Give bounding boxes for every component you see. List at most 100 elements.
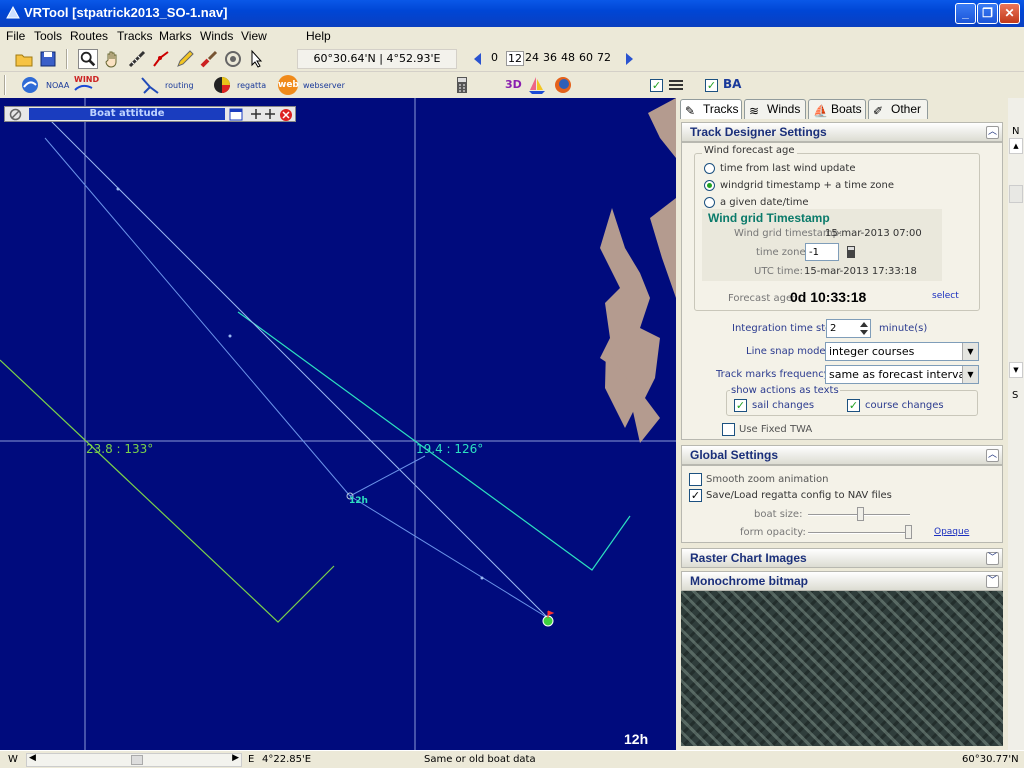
next-hour-icon[interactable] xyxy=(619,49,639,69)
chart-map-view[interactable]: Boat attitude 23.8 : 133° 19.4 : 126° 12… xyxy=(0,98,676,750)
brush-icon[interactable] xyxy=(199,49,219,69)
menu-view[interactable]: View xyxy=(241,29,267,43)
routing-icon[interactable] xyxy=(140,75,160,95)
hour-24[interactable]: 24 xyxy=(525,51,539,64)
smooth-zoom-label[interactable]: Smooth zoom animation xyxy=(706,474,828,485)
menu-lines-icon[interactable] xyxy=(666,75,686,95)
time-zone-input[interactable]: -1 xyxy=(805,243,839,261)
save-icon[interactable] xyxy=(38,49,58,69)
web-icon[interactable]: web xyxy=(278,75,299,95)
radio-last-update[interactable] xyxy=(704,163,715,174)
calculator-icon[interactable] xyxy=(452,75,472,95)
sail-changes-label[interactable]: sail changes xyxy=(752,400,814,411)
tab-winds[interactable]: ≋ Winds xyxy=(744,99,806,119)
spinner-arrows-icon[interactable] xyxy=(858,320,870,337)
boat-attitude-panel[interactable]: Boat attitude xyxy=(4,106,296,122)
ba-label[interactable]: BA xyxy=(723,77,741,91)
menu-file[interactable]: File xyxy=(6,29,25,43)
zoom-icon[interactable] xyxy=(78,49,98,69)
hour-0[interactable]: 0 xyxy=(491,51,498,64)
course-changes-checkbox[interactable]: ✓ xyxy=(847,399,860,412)
hand-pan-icon[interactable] xyxy=(103,49,123,69)
ba-checkbox[interactable]: ✓ xyxy=(705,79,718,92)
minimize-button[interactable]: _ xyxy=(955,3,976,24)
form-opacity-slider-thumb[interactable] xyxy=(905,525,912,539)
resize-icon[interactable] xyxy=(249,108,277,121)
target-icon[interactable] xyxy=(223,49,243,69)
firefox-icon[interactable] xyxy=(553,75,573,95)
dropdown-arrow-icon[interactable]: ▼ xyxy=(962,366,978,383)
tab-boats[interactable]: ⛵ Boats xyxy=(808,99,866,119)
app-icon[interactable] xyxy=(5,5,21,21)
routing-label[interactable]: routing xyxy=(165,81,194,90)
radio-given-date[interactable] xyxy=(704,197,715,208)
track-marks-frequency-select[interactable]: same as forecast intervals ▼ xyxy=(825,365,979,384)
menu-tools[interactable]: Tools xyxy=(34,29,62,43)
select-link[interactable]: select xyxy=(932,291,959,301)
save-load-label[interactable]: Save/Load regatta config to NAV files xyxy=(706,490,892,501)
close-panel-icon[interactable] xyxy=(279,108,293,122)
fixed-twa-checkbox[interactable] xyxy=(722,423,735,436)
radio-given-date-label[interactable]: a given date/time xyxy=(720,197,809,208)
expand-chevron-icon[interactable]: ﹀ xyxy=(986,575,999,588)
pin-icon[interactable] xyxy=(9,108,22,121)
fixed-twa-label[interactable]: Use Fixed TWA xyxy=(739,424,812,435)
webserver-label[interactable]: webserver xyxy=(303,81,345,90)
menu-marks[interactable]: Marks xyxy=(159,29,192,43)
hour-48[interactable]: 48 xyxy=(561,51,575,64)
sail-changes-checkbox[interactable]: ✓ xyxy=(734,399,747,412)
menu-routes[interactable]: Routes xyxy=(70,29,108,43)
pointer-icon[interactable] xyxy=(247,49,267,69)
horizontal-scroll-thumb[interactable] xyxy=(131,755,143,765)
previous-hour-icon[interactable] xyxy=(468,49,488,69)
open-folder-icon[interactable] xyxy=(14,49,34,69)
form-opacity-slider[interactable] xyxy=(808,532,910,534)
route-draw-icon[interactable] xyxy=(151,49,171,69)
noaa-icon[interactable] xyxy=(20,75,40,95)
vertical-scrollbar[interactable]: N ▲ ▼ S xyxy=(1008,98,1024,750)
opaque-link[interactable]: Opaque xyxy=(934,527,969,537)
collapse-chevron-icon[interactable]: ︿ xyxy=(986,126,999,139)
monochrome-bitmap-header[interactable]: Monochrome bitmap ﹀ xyxy=(681,571,1003,591)
collapse-chevron-icon[interactable]: ︿ xyxy=(986,449,999,462)
menu-winds[interactable]: Winds xyxy=(200,29,233,43)
regatta-label[interactable]: regatta xyxy=(237,81,266,90)
menu-tracks[interactable]: Tracks xyxy=(117,29,153,43)
three-d-button[interactable]: 3D xyxy=(505,78,522,91)
maximize-button[interactable]: ❐ xyxy=(977,3,998,24)
scroll-thumb[interactable] xyxy=(1009,185,1023,203)
hour-60[interactable]: 60 xyxy=(579,51,593,64)
scroll-left-icon[interactable]: ◀ xyxy=(29,753,36,763)
raster-chart-header[interactable]: Raster Chart Images ﹀ xyxy=(681,548,1003,568)
menu-help[interactable]: Help xyxy=(306,29,331,43)
save-load-checkbox[interactable]: ✓ xyxy=(689,489,702,502)
radio-windgrid-timezone-label[interactable]: windgrid timestamp + a time zone xyxy=(720,180,894,191)
horizontal-scrollbar[interactable]: ◀ ▶ xyxy=(26,753,242,767)
smooth-zoom-checkbox[interactable] xyxy=(689,473,702,486)
boat-size-slider-thumb[interactable] xyxy=(857,507,864,521)
ruler-icon[interactable] xyxy=(127,49,147,69)
sailboat-icon[interactable] xyxy=(527,75,547,95)
global-settings-header[interactable]: Global Settings ︿ xyxy=(681,445,1003,465)
scroll-up-button[interactable]: ▲ xyxy=(1009,138,1023,154)
radio-windgrid-timezone[interactable] xyxy=(704,180,715,191)
scroll-right-icon[interactable]: ▶ xyxy=(232,753,239,763)
layers-checkbox[interactable]: ✓ xyxy=(650,79,663,92)
hour-36[interactable]: 36 xyxy=(543,51,557,64)
noaa-label[interactable]: NOAA xyxy=(46,81,69,90)
calculator-icon[interactable] xyxy=(846,246,856,258)
hour-72[interactable]: 72 xyxy=(597,51,611,64)
scroll-down-button[interactable]: ▼ xyxy=(1009,362,1023,378)
hour-12[interactable]: 12 xyxy=(506,51,524,66)
dropdown-arrow-icon[interactable]: ▼ xyxy=(962,343,978,360)
radio-last-update-label[interactable]: time from last wind update xyxy=(720,163,856,174)
close-button[interactable]: ✕ xyxy=(999,3,1020,24)
course-changes-label[interactable]: course changes xyxy=(865,400,944,411)
line-snap-mode-select[interactable]: integer courses ▼ xyxy=(825,342,979,361)
window-icon[interactable] xyxy=(229,108,243,121)
expand-chevron-icon[interactable]: ﹀ xyxy=(986,552,999,565)
tab-other[interactable]: ✐ Other xyxy=(868,99,928,119)
tab-tracks[interactable]: ✎ Tracks xyxy=(680,99,742,119)
track-designer-header[interactable]: Track Designer Settings ︿ xyxy=(681,122,1003,142)
regatta-icon[interactable] xyxy=(212,75,232,95)
